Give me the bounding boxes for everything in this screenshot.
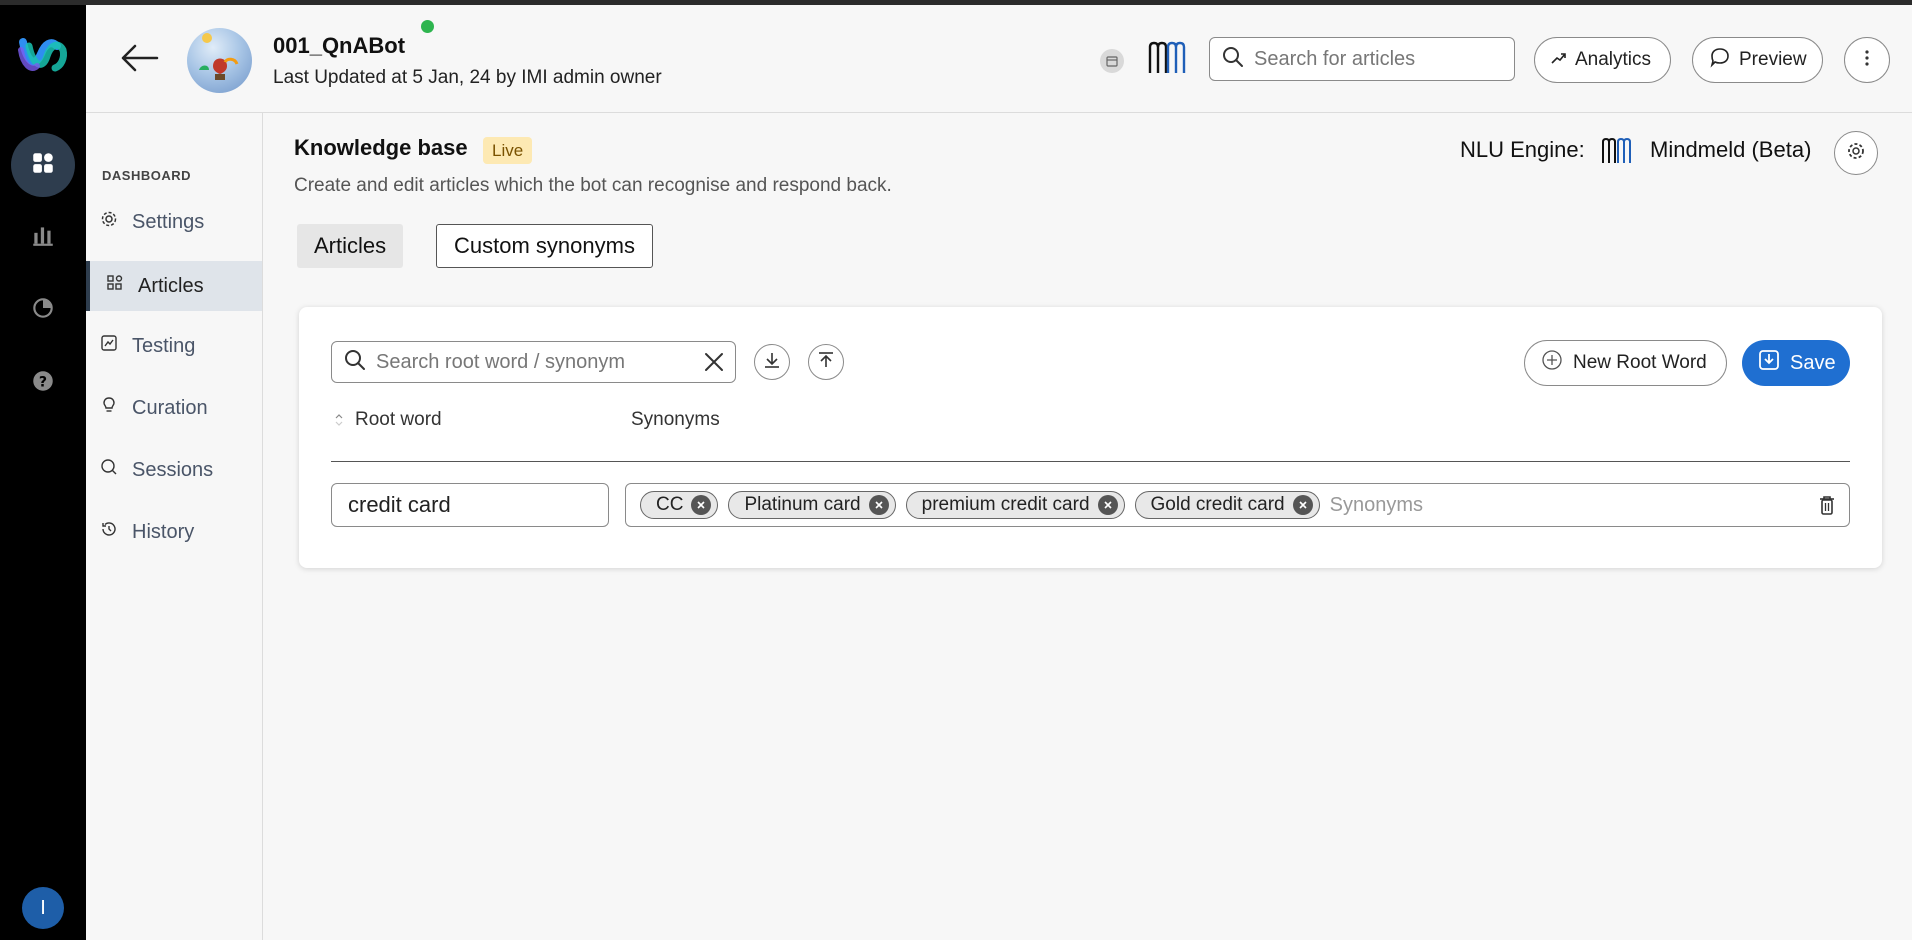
nlu-engine-value: Mindmeld (Beta) — [1650, 137, 1812, 162]
main-content: Knowledge base Live Create and edit arti… — [263, 113, 1912, 940]
help-icon: ? — [30, 368, 56, 399]
synonym-chip-label: Gold credit card — [1150, 494, 1285, 515]
bar-chart-icon — [30, 222, 56, 253]
new-root-word-button[interactable]: New Root Word — [1524, 340, 1727, 386]
app-rail: ? I — [0, 5, 86, 940]
last-updated-text: Last Updated at 5 Jan, 24 by IMI admin o… — [273, 67, 662, 88]
tab-articles[interactable]: Articles — [297, 224, 404, 268]
mindmeld-logo-icon — [1601, 137, 1633, 165]
download-button[interactable] — [754, 344, 790, 380]
synonyms-card: New Root Word Save Root word Synonyms CC… — [299, 307, 1882, 568]
page-description: Create and edit articles which the bot c… — [294, 175, 892, 196]
gear-icon — [1846, 141, 1866, 166]
testing-icon — [100, 334, 118, 358]
status-badge: Live — [483, 137, 533, 164]
back-button[interactable] — [116, 37, 162, 83]
articles-icon — [106, 274, 124, 298]
analytics-label: Analytics — [1575, 49, 1652, 70]
preview-label: Preview — [1739, 49, 1807, 70]
synonym-entry-input[interactable] — [1329, 493, 1849, 517]
synonym-search-input[interactable] — [376, 350, 696, 374]
bulb-icon — [100, 396, 118, 420]
remove-chip-icon[interactable] — [1097, 495, 1118, 515]
rail-analytics-button[interactable] — [11, 205, 75, 269]
dashboard-icon — [30, 150, 56, 181]
close-icon[interactable] — [703, 351, 725, 373]
synonym-search-field[interactable] — [331, 341, 736, 383]
remove-chip-icon[interactable] — [1292, 495, 1313, 515]
rail-reports-button[interactable] — [11, 278, 75, 342]
sidebar-item-label: History — [132, 520, 195, 543]
arrow-left-icon — [119, 43, 159, 78]
table-divider — [331, 461, 1850, 462]
tab-custom-synonyms[interactable]: Custom synonyms — [436, 224, 653, 268]
svg-text:?: ? — [39, 374, 47, 390]
sidebar-item-testing[interactable]: Testing — [86, 321, 262, 371]
kebab-menu-icon — [1865, 49, 1869, 71]
rail-help-button[interactable]: ? — [11, 351, 75, 415]
bot-name: 001_QnABot — [273, 33, 406, 58]
synonym-chip-label: premium credit card — [921, 494, 1090, 515]
sort-icon[interactable] — [334, 411, 344, 429]
save-label: Save — [1790, 351, 1836, 374]
remove-chip-icon[interactable] — [868, 495, 889, 515]
remove-chip-icon[interactable] — [691, 495, 712, 515]
save-button[interactable]: Save — [1742, 340, 1850, 386]
trend-up-icon — [1551, 49, 1567, 71]
search-icon — [344, 349, 366, 376]
synonyms-field[interactable]: CC Platinum card premium credit card Gol… — [625, 483, 1850, 527]
sidebar-item-label: Testing — [132, 334, 196, 357]
app-header: 001_QnABot Last Updated at 5 Jan, 24 by … — [86, 5, 1912, 113]
new-root-word-label: New Root Word — [1573, 352, 1707, 373]
analytics-button[interactable]: Analytics — [1534, 37, 1671, 83]
sidebar-item-label: Sessions — [132, 458, 214, 481]
synonym-chip: CC — [640, 491, 719, 519]
sidebar-item-settings[interactable]: Settings — [86, 197, 262, 247]
trash-icon[interactable] — [1817, 494, 1837, 516]
gear-icon — [100, 210, 118, 234]
article-search-input[interactable] — [1254, 47, 1494, 71]
search-icon — [1222, 46, 1244, 73]
plus-circle-icon — [1541, 349, 1563, 377]
upload-button[interactable] — [808, 344, 844, 380]
sidebar-item-label: Settings — [132, 210, 205, 233]
more-options-button[interactable] — [1844, 37, 1890, 83]
page-title: Knowledge base — [294, 135, 468, 160]
column-header-synonyms: Synonyms — [631, 409, 720, 430]
sidebar-item-sessions[interactable]: Sessions — [86, 445, 262, 495]
calendar-icon[interactable] — [1100, 49, 1124, 73]
synonym-chip: premium credit card — [905, 491, 1125, 519]
download-icon — [763, 351, 781, 374]
sidebar-item-articles[interactable]: Articles — [86, 261, 262, 311]
nlu-settings-button[interactable] — [1834, 131, 1878, 175]
chat-bubble-icon — [1709, 46, 1731, 74]
synonym-chip-label: Platinum card — [744, 494, 861, 515]
bot-avatar — [187, 28, 252, 93]
chat-search-icon — [100, 458, 118, 482]
sidebar-item-history[interactable]: History — [86, 507, 262, 557]
sidebar-section-label: DASHBOARD — [102, 168, 191, 183]
sidebar-item-label: Articles — [138, 274, 204, 297]
user-avatar[interactable]: I — [22, 887, 64, 929]
webex-logo-icon — [17, 32, 69, 78]
article-search-field[interactable] — [1209, 37, 1515, 81]
history-icon — [100, 520, 118, 544]
sidebar-item-label: Curation — [132, 396, 208, 419]
synonym-chip: Platinum card — [728, 491, 896, 519]
preview-button[interactable]: Preview — [1692, 37, 1823, 83]
pie-chart-icon — [30, 295, 56, 326]
sidebar-item-curation[interactable]: Curation — [86, 383, 262, 433]
upload-icon — [817, 351, 835, 374]
nlu-engine-label: NLU Engine: — [1460, 137, 1585, 162]
online-status-dot — [421, 20, 434, 33]
root-word-input[interactable] — [331, 483, 609, 527]
rail-dashboard-button[interactable] — [11, 133, 75, 197]
mindmeld-logo-icon — [1147, 41, 1187, 75]
synonym-chip: Gold credit card — [1134, 491, 1320, 519]
dashboard-sidebar: DASHBOARD Settings Articles Testing Cura… — [86, 113, 263, 940]
column-header-root-word[interactable]: Root word — [355, 409, 442, 431]
save-icon — [1758, 349, 1780, 377]
synonym-chip-label: CC — [656, 494, 684, 515]
